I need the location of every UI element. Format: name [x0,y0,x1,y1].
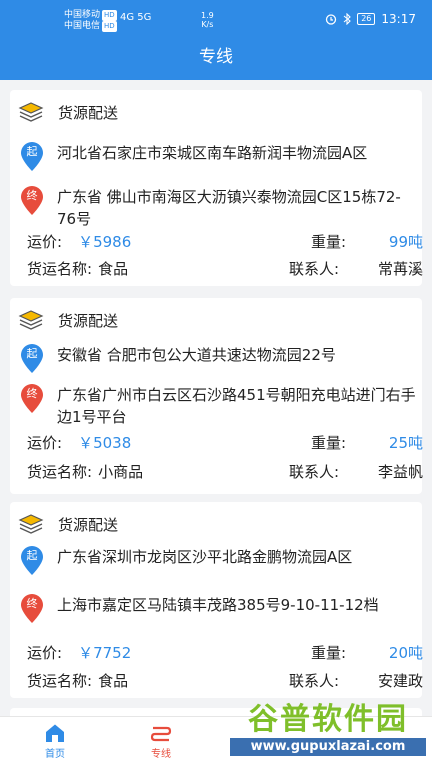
origin-badge: 起 [26,145,38,158]
hd-badge: HD [102,10,117,21]
price-label: 运价: [27,233,63,251]
route-icon [150,726,172,742]
contact-label: 联系人: [289,463,340,481]
destination-badge: 终 [26,189,38,202]
goods-label: 货运名称: [27,672,93,690]
hd-badge-2: HD [102,21,117,32]
origin-address: 河北省石家庄市栾城区南车路新润丰物流园A区 [57,144,368,162]
carrier-info: 中国移动 HD 中国电信 HD [64,10,117,32]
layers-icon [18,514,44,534]
status-right: 26 13:17 [325,12,416,26]
network-speed: 1.9 K/s [201,11,214,29]
goods-value: 小商品 [98,463,144,481]
goods-label: 货运名称: [27,260,93,278]
clock: 13:17 [381,12,416,26]
weight-label: 重量: [311,644,347,662]
goods-label: 货运名称: [27,463,93,481]
battery-icon: 26 [357,13,376,25]
origin-address: 广东省深圳市龙岗区沙平北路金鹏物流园A区 [57,548,353,566]
contact-label: 联系人: [289,672,340,690]
watermark-logo: 谷普软件园 www.gupuxlazai.com [230,702,426,762]
layers-icon [18,102,44,122]
price-label: 运价: [27,434,63,452]
line-list[interactable]: 货源配送 起 河北省石家庄市栾城区南车路新润丰物流园A区 终 广东省 佛山市南海… [0,80,432,716]
goods-contact-row: 货运名称: 小商品 联系人: 李益帆 [27,461,423,483]
status-bar: 中国移动 HD 中国电信 HD 4G 5G 1.9 K/s 26 13:17 [0,0,432,38]
destination-address: 广东省广州市白云区石沙路451号朝阳充电站进门右手边1号平台 [57,386,416,426]
card-title: 货源配送 [58,311,119,330]
tab-line[interactable]: 专线 [116,723,206,760]
contact-value: 常苒溪 [377,260,423,278]
watermark-text: 谷普软件园 [248,702,408,737]
weight-value: 99吨 [388,233,423,251]
alarm-icon [326,14,337,25]
contact-label: 联系人: [289,260,340,278]
destination-address: 上海市嘉定区马陆镇丰茂路385号9-10-11-12档 [57,596,379,614]
card-header: 货源配送 [18,100,118,124]
contact-value: 安建政 [377,672,423,690]
cargo-card[interactable]: 货源配送 起 河北省石家庄市栾城区南车路新润丰物流园A区 终 广东省 佛山市南海… [10,90,423,286]
weight-value: 20吨 [388,644,423,662]
carrier-1: 中国移动 [64,10,101,20]
carrier-2: 中国电信 [64,21,101,31]
origin-badge: 起 [26,347,38,360]
destination-address: 广东省 佛山市南海区大沥镇兴泰物流园C区15栋72-76号 [57,188,401,228]
watermark-url: www.gupuxlazai.com [230,738,426,756]
tab-home-label: 首页 [45,749,65,760]
card-header: 货源配送 [18,512,118,536]
card-title: 货源配送 [58,103,119,122]
bluetooth-icon [343,13,352,25]
cargo-card[interactable]: 货源配送 起 安徽省 合肥市包公大道共速达物流园22号 终 广东省广州市白云区石… [10,298,423,494]
destination-badge: 终 [26,387,38,400]
weight-label: 重量: [311,233,347,251]
contact-value: 李益帆 [377,463,423,481]
price-value: ￥7752 [78,644,132,662]
price-label: 运价: [27,644,63,662]
goods-value: 食品 [98,672,129,690]
origin-badge: 起 [26,549,38,562]
price-value: ￥5986 [78,233,132,251]
card-header: 货源配送 [18,308,118,332]
card-title: 货源配送 [58,515,119,534]
goods-value: 食品 [98,260,129,278]
destination-badge: 终 [26,597,38,610]
home-icon [46,724,64,742]
layers-icon [18,310,44,330]
page-title: 专线 [0,38,432,80]
signal-icon: 4G 5G [120,12,152,23]
price-weight-row: 运价: ￥5038 重量: 25吨 [27,432,423,454]
tab-line-label: 专线 [151,749,171,760]
price-weight-row: 运价: ￥7752 重量: 20吨 [27,642,423,664]
origin-address: 安徽省 合肥市包公大道共速达物流园22号 [57,346,336,364]
price-value: ￥5038 [78,434,132,452]
goods-contact-row: 货运名称: 食品 联系人: 常苒溪 [27,258,423,280]
cargo-card[interactable]: 货源配送 起 广东省深圳市龙岗区沙平北路金鹏物流园A区 终 上海市嘉定区马陆镇丰… [10,502,423,698]
tab-home[interactable]: 首页 [10,723,100,760]
weight-value: 25吨 [388,434,423,452]
price-weight-row: 运价: ￥5986 重量: 99吨 [27,231,423,253]
weight-label: 重量: [311,434,347,452]
goods-contact-row: 货运名称: 食品 联系人: 安建政 [27,670,423,692]
